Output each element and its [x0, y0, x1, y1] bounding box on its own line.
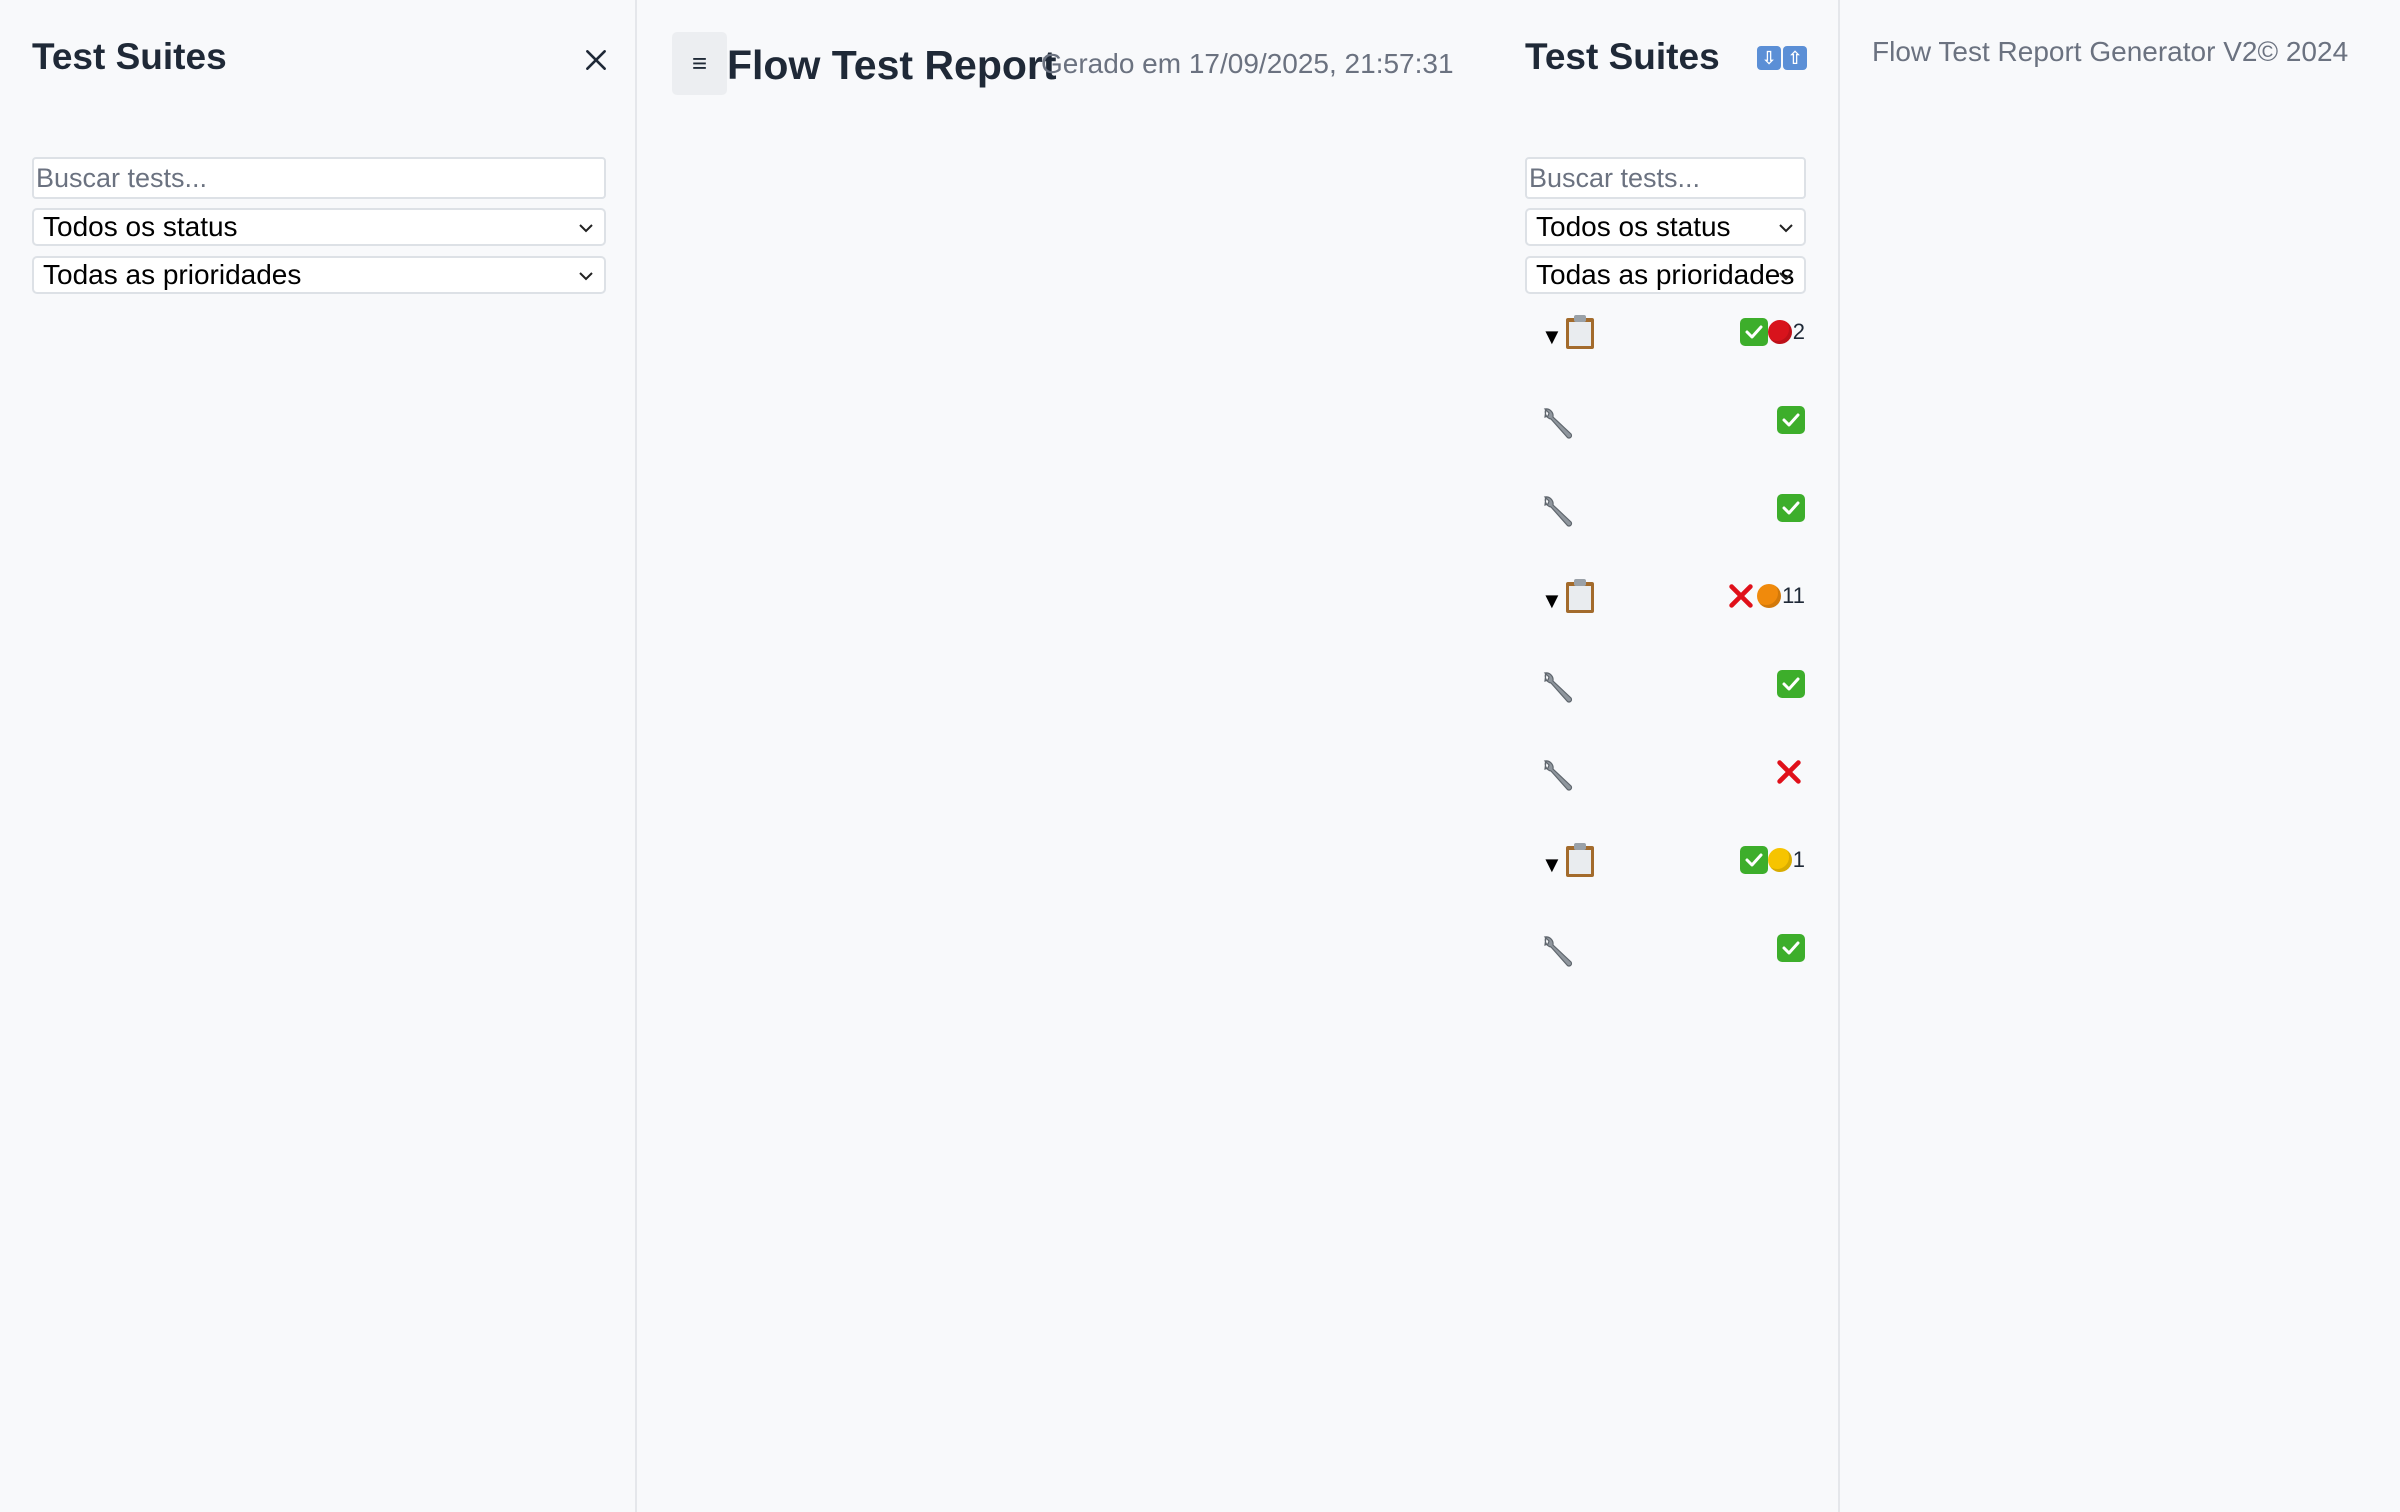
expand-collapse-all-button[interactable]: ⇩ ⇧ [1757, 46, 1807, 72]
test-count: 1 [1792, 847, 1805, 872]
chevron-down-icon [579, 224, 593, 233]
panel-title: Test Suites [1525, 36, 1720, 77]
yellow-dot-icon [1767, 848, 1792, 872]
panel-status-filter-value: Todos os status [1536, 211, 1731, 242]
status-indicators [1777, 492, 1805, 524]
expand-arrow-icon[interactable]: ▼ [1541, 324, 1563, 350]
status-indicators: 2 [1739, 316, 1805, 348]
panel-divider [1838, 0, 1840, 1512]
clipboard-icon [1566, 579, 1594, 613]
generated-timestamp: Gerado em 17/09/2025, 21:57:31 [1041, 48, 1454, 79]
red-dot-icon [1767, 320, 1792, 344]
clipboard-icon [1566, 315, 1594, 349]
status-indicators: 1 [1739, 844, 1805, 876]
sidebar: Test Suites Todos os status Todas as pri… [0, 0, 637, 1512]
cross-icon [1773, 756, 1805, 788]
wrench-icon [1543, 496, 1573, 527]
panel-priority-filter-value: Todas as prioridades [1536, 259, 1795, 290]
status-indicators: 11 [1725, 580, 1805, 612]
expand-arrow-icon[interactable]: ▼ [1541, 588, 1563, 614]
status-indicators [1777, 668, 1805, 700]
page-title: Flow Test Report [727, 42, 1057, 88]
menu-toggle-button[interactable]: ≡ [672, 32, 727, 95]
arrow-up-icon: ⇧ [1783, 46, 1807, 70]
status-indicators [1773, 756, 1805, 788]
wrench-icon [1543, 936, 1573, 967]
test-row[interactable] [1525, 488, 1805, 548]
test-count: 11 [1782, 583, 1805, 608]
chevron-down-icon [1779, 224, 1793, 233]
sidebar-status-filter-value: Todos os status [43, 211, 238, 242]
test-row[interactable] [1525, 664, 1805, 724]
test-row[interactable] [1525, 400, 1805, 460]
close-sidebar-button[interactable] [576, 40, 616, 80]
test-row[interactable] [1525, 752, 1805, 812]
check-icon [1739, 318, 1768, 346]
sidebar-priority-filter[interactable]: Todas as prioridades [32, 256, 606, 294]
wrench-icon [1543, 408, 1573, 439]
panel-status-filter[interactable]: Todos os status [1525, 208, 1806, 246]
cross-icon [1725, 580, 1757, 612]
panel-priority-filter[interactable]: Todas as prioridades [1525, 256, 1806, 294]
suite-row[interactable]: ▼ 2 [1525, 312, 1805, 372]
check-icon [1777, 494, 1805, 522]
sidebar-title: Test Suites [32, 36, 227, 77]
status-indicators [1777, 932, 1805, 964]
clipboard-icon [1566, 843, 1594, 877]
expand-arrow-icon[interactable]: ▼ [1541, 852, 1563, 878]
test-count: 2 [1792, 319, 1805, 344]
check-icon [1777, 934, 1805, 962]
sidebar-status-filter[interactable]: Todos os status [32, 208, 606, 246]
sidebar-search-input[interactable] [32, 157, 606, 199]
panel-search-input[interactable] [1525, 157, 1806, 199]
sidebar-priority-filter-value: Todas as prioridades [43, 259, 302, 290]
check-icon [1777, 670, 1805, 698]
status-indicators [1777, 404, 1805, 436]
orange-dot-icon [1757, 584, 1782, 608]
suite-row[interactable]: ▼ 11 [1525, 576, 1805, 636]
wrench-icon [1543, 672, 1573, 703]
footer-credit: Flow Test Report Generator V2© 2024 [1872, 36, 2349, 67]
test-row[interactable] [1525, 928, 1805, 988]
chevron-down-icon [1779, 272, 1793, 281]
wrench-icon [1543, 760, 1573, 791]
hamburger-icon: ≡ [691, 48, 708, 78]
suite-row[interactable]: ▼ 1 [1525, 840, 1805, 900]
check-icon [1739, 846, 1768, 874]
check-icon [1777, 406, 1805, 434]
arrow-down-icon: ⇩ [1757, 46, 1781, 70]
chevron-down-icon [579, 272, 593, 281]
close-icon [586, 50, 606, 70]
